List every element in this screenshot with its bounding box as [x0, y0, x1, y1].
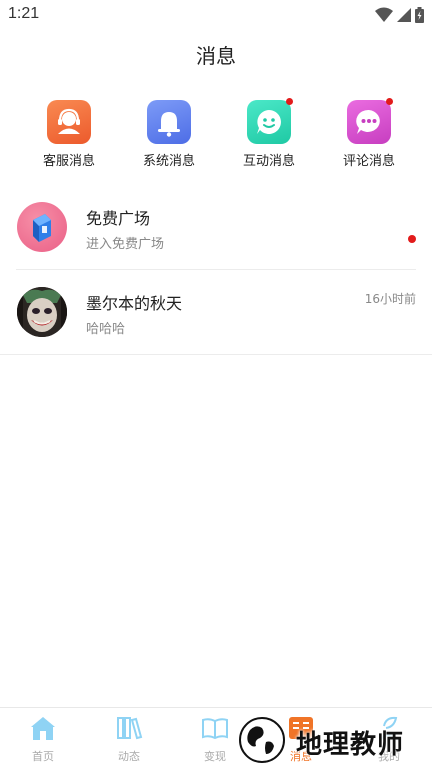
interaction-messages-button[interactable]: 互动消息 [219, 98, 319, 169]
comment-bubble-icon [347, 98, 393, 144]
nav-tab-home[interactable]: 首页 [0, 714, 86, 764]
books-icon [117, 717, 143, 740]
quick-action-label: 评论消息 [342, 154, 395, 169]
globe-logo-icon [239, 717, 285, 763]
unread-dot [408, 235, 416, 243]
home-icon [31, 717, 55, 740]
smiley-chat-icon [247, 98, 293, 144]
bell-icon [147, 100, 191, 144]
list-divider [0, 354, 432, 355]
status-bar: 1:21 [0, 0, 432, 30]
conversation-preview: 哈哈哈 [86, 322, 126, 337]
page-title: 消息 [196, 44, 236, 68]
joker-avatar [17, 287, 67, 337]
nav-label: 首页 [32, 750, 54, 763]
quick-action-label: 系统消息 [142, 154, 195, 169]
free-plaza-avatar [17, 202, 67, 252]
comment-messages-button[interactable]: 评论消息 [319, 98, 419, 169]
conversation-melbourne-autumn[interactable]: 墨尔本的秋天 哈哈哈 16小时前 [0, 270, 432, 355]
quick-action-label: 客服消息 [42, 154, 95, 169]
conversation-title: 墨尔本的秋天 [86, 294, 183, 313]
status-icons [375, 6, 424, 24]
watermark-logo: 地理教师 [232, 712, 432, 768]
watermark-text: 地理教师 [296, 730, 405, 760]
cellular-signal-icon [397, 8, 411, 22]
unread-badge [386, 98, 393, 105]
customer-service-messages-button[interactable]: 客服消息 [19, 100, 119, 169]
quick-action-label: 互动消息 [242, 154, 295, 169]
wifi-icon [375, 7, 393, 22]
message-category-row: 客服消息 系统消息 互动消息 评论消息 [0, 98, 432, 172]
conversation-preview: 进入免费广场 [86, 237, 165, 252]
conversation-title: 免费广场 [86, 209, 151, 228]
nav-tab-feed[interactable]: 动态 [86, 714, 172, 764]
headset-agent-icon [47, 100, 91, 144]
system-messages-button[interactable]: 系统消息 [119, 100, 219, 169]
conversation-time: 16小时前 [364, 292, 416, 306]
status-time: 1:21 [8, 5, 40, 22]
unread-badge [286, 98, 293, 105]
nav-label: 动态 [118, 750, 140, 763]
battery-icon [415, 7, 424, 23]
open-book-icon [202, 718, 228, 740]
conversation-free-plaza[interactable]: 免费广场 进入免费广场 [0, 185, 432, 270]
